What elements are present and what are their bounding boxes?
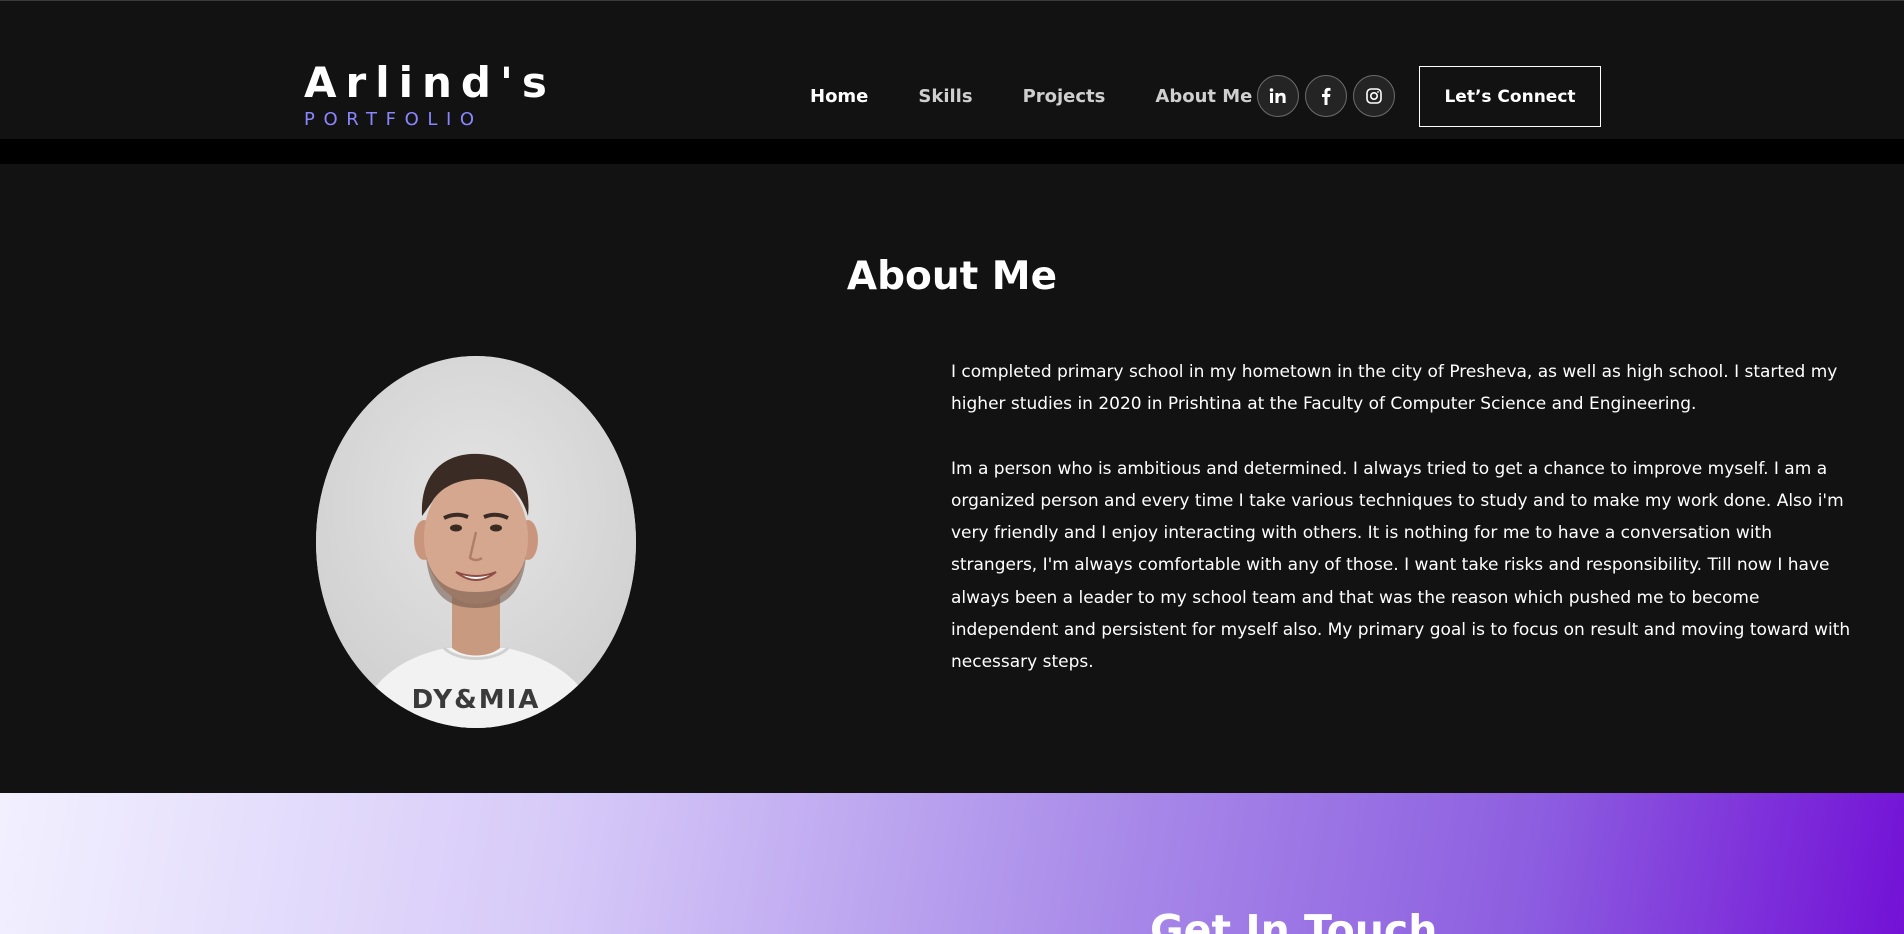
profile-photo: DY&MIA	[316, 356, 636, 728]
svg-text:DY&MIA: DY&MIA	[412, 685, 541, 715]
nav-link-about-me[interactable]: About Me	[1155, 84, 1252, 110]
about-bio: I completed primary school in my hometow…	[951, 356, 1861, 711]
about-title: About Me	[846, 254, 1058, 299]
lets-connect-button[interactable]: Let’s Connect	[1419, 66, 1601, 127]
linkedin-button[interactable]	[1257, 75, 1299, 117]
nav-link-home[interactable]: Home	[810, 84, 868, 110]
brand-logo[interactable]: Arlind's PORTFOLIO	[304, 59, 556, 131]
bio-paragraph: Im a person who is ambitious and determi…	[951, 458, 1851, 673]
nav-links: Home Skills Projects About Me	[810, 84, 1302, 110]
social-links	[1257, 75, 1401, 117]
instagram-button[interactable]	[1353, 75, 1395, 117]
brand-title: Arlind's	[304, 58, 556, 107]
contact-title: Get In Touch	[1150, 906, 1438, 934]
linkedin-icon	[1269, 88, 1286, 103]
navbar-divider	[0, 139, 1904, 164]
nav-link-skills[interactable]: Skills	[918, 84, 972, 110]
instagram-icon	[1366, 88, 1382, 104]
bio-paragraph: I completed primary school in my hometow…	[951, 362, 1838, 415]
brand-subtitle: PORTFOLIO	[304, 109, 483, 130]
facebook-icon	[1322, 87, 1331, 105]
contact-section: Get In Touch	[0, 793, 1904, 934]
navbar: Arlind's PORTFOLIO Home Skills Projects …	[0, 0, 1904, 139]
portfolio-page: Arlind's PORTFOLIO Home Skills Projects …	[0, 0, 1904, 934]
about-section: About Me DY&MIA I completed primary scho…	[0, 164, 1904, 793]
facebook-button[interactable]	[1305, 75, 1347, 117]
nav-link-projects[interactable]: Projects	[1023, 84, 1106, 110]
